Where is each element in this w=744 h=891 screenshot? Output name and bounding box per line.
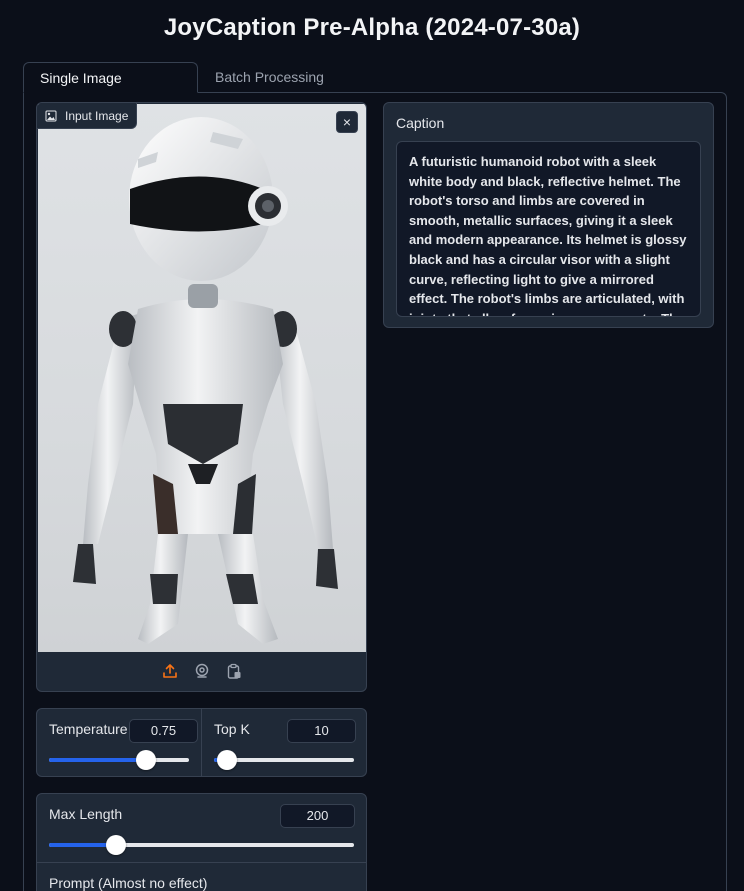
temperature-slider-track[interactable] <box>49 750 189 770</box>
top-k-slider-thumb[interactable] <box>216 750 237 770</box>
max-length-label: Max Length <box>49 806 123 822</box>
divider <box>37 862 366 863</box>
input-image-block: Input Image × <box>36 102 367 692</box>
top-k-label: Top K <box>214 721 250 737</box>
robot-image[interactable] <box>38 104 366 652</box>
tab-batch-processing[interactable]: Batch Processing <box>199 62 340 93</box>
tab-single-image[interactable]: Single Image Processing <box>23 62 198 116</box>
temperature-slider-fill <box>49 758 146 762</box>
temperature-number-input[interactable]: 0.75 <box>129 719 198 743</box>
image-source-toolbar <box>37 651 366 691</box>
webcam-icon[interactable] <box>192 661 212 681</box>
input-image-label-text: Input Image <box>65 108 129 123</box>
top-k-slider-track[interactable] <box>214 750 354 770</box>
caption-label: Caption <box>396 115 445 131</box>
temperature-slider-cell: Temperature 0.75 <box>37 709 202 776</box>
caption-block: Caption A futuristic humanoid robot with… <box>383 102 714 328</box>
top-k-slider-cell: Top K 10 <box>202 709 366 776</box>
max-length-number-input[interactable]: 200 <box>280 804 355 828</box>
input-image-label: Input Image <box>37 103 138 129</box>
robot-illustration <box>73 117 338 644</box>
top-k-number-input[interactable]: 10 <box>287 719 356 743</box>
clipboard-icon[interactable] <box>224 661 244 681</box>
max-length-block: Max Length 200 Prompt (Almost no effect) <box>36 793 367 891</box>
clear-image-button[interactable]: × <box>336 111 358 133</box>
page-title: JoyCaption Pre-Alpha (2024-07-30a) <box>163 14 581 41</box>
upload-icon[interactable] <box>160 661 180 681</box>
temperature-label: Temperature <box>49 721 128 737</box>
max-length-slider-track[interactable] <box>49 835 354 855</box>
caption-textbox[interactable]: A futuristic humanoid robot with a sleek… <box>396 141 701 317</box>
prompt-label: Prompt (Almost no effect) <box>49 875 208 891</box>
sampling-sliders: Temperature 0.75 Top K 10 <box>36 708 367 777</box>
temperature-slider-thumb[interactable] <box>135 750 156 770</box>
tab-bar: Single Image Processing Batch Processing <box>23 62 727 116</box>
max-length-slider-thumb[interactable] <box>106 835 127 855</box>
image-icon <box>45 110 57 121</box>
